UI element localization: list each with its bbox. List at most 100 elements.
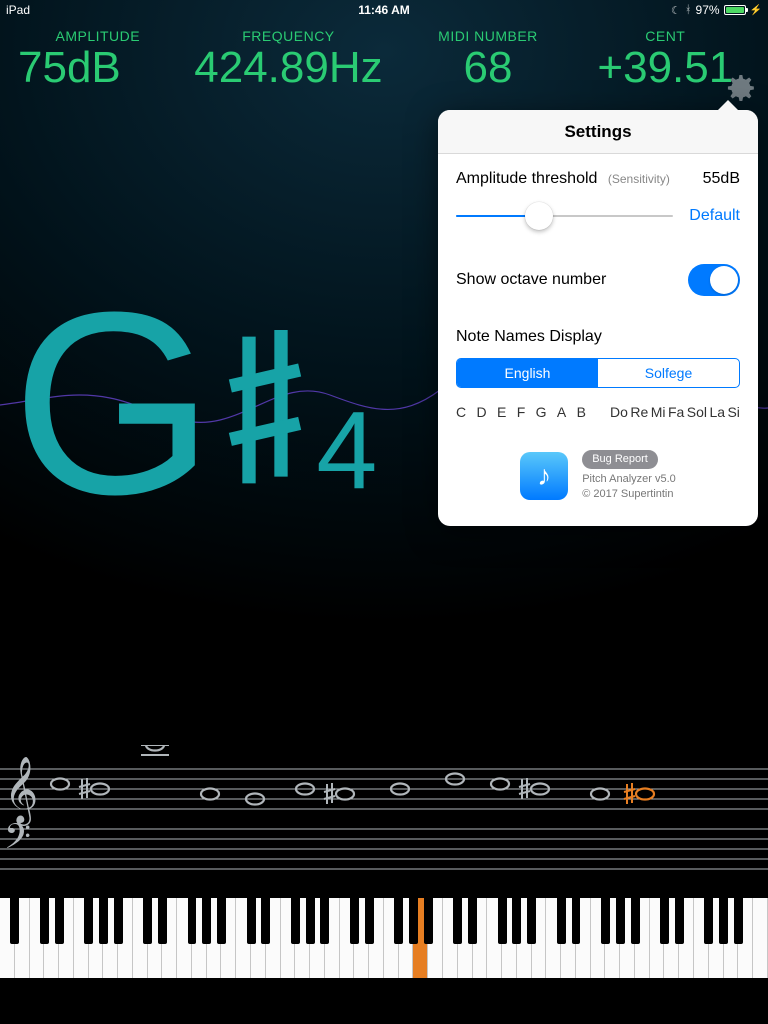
note-label: D	[477, 404, 487, 420]
black-key[interactable]	[188, 898, 197, 944]
black-key[interactable]	[350, 898, 359, 944]
battery-percent: 97%	[696, 3, 720, 17]
note-letter: G	[12, 300, 214, 508]
amplitude-readout: AMPLITUDE 75dB	[14, 28, 178, 92]
black-key[interactable]	[99, 898, 108, 944]
note-label: Do	[610, 404, 628, 420]
black-key[interactable]	[512, 898, 521, 944]
show-octave-label: Show octave number	[456, 271, 606, 289]
sensitivity-label: (Sensitivity)	[608, 172, 670, 186]
note-names-label: Note Names Display	[456, 328, 740, 346]
note-label: A	[557, 404, 566, 420]
note-label: F	[517, 404, 526, 420]
app-icon: ♪	[520, 452, 568, 500]
black-key[interactable]	[394, 898, 403, 944]
amplitude-label: AMPLITUDE	[55, 28, 140, 44]
note-label: B	[577, 404, 586, 420]
app-version: Pitch Analyzer v5.0	[582, 473, 676, 485]
piano-keyboard[interactable]	[0, 898, 768, 978]
default-button[interactable]: Default	[689, 207, 740, 225]
clock: 11:46 AM	[258, 3, 510, 17]
black-key[interactable]	[704, 898, 713, 944]
amplitude-threshold-label: Amplitude threshold (Sensitivity)	[456, 170, 670, 188]
black-key[interactable]	[158, 898, 167, 944]
black-key[interactable]	[675, 898, 684, 944]
black-key[interactable]	[291, 898, 300, 944]
black-key[interactable]	[306, 898, 315, 944]
note-names-segmented[interactable]: English Solfege	[456, 358, 740, 388]
detected-note: G 4	[12, 300, 377, 508]
music-staff: 𝄞 𝄢	[0, 745, 768, 890]
black-key[interactable]	[453, 898, 462, 944]
amplitude-value: 75dB	[18, 44, 121, 92]
black-key[interactable]	[261, 898, 270, 944]
frequency-label: FREQUENCY	[242, 28, 334, 44]
svg-text:𝄢: 𝄢	[4, 817, 31, 864]
black-key[interactable]	[84, 898, 93, 944]
black-key[interactable]	[719, 898, 728, 944]
settings-title: Settings	[438, 110, 758, 154]
black-key[interactable]	[601, 898, 610, 944]
note-label: Mi	[651, 404, 666, 420]
black-key[interactable]	[616, 898, 625, 944]
note-label: C	[456, 404, 466, 420]
black-key[interactable]	[734, 898, 743, 944]
note-octave: 4	[316, 387, 377, 514]
cent-label: CENT	[645, 28, 685, 44]
svg-text:𝄞: 𝄞	[4, 757, 38, 826]
black-key[interactable]	[217, 898, 226, 944]
status-right: ☾ ᚼ 97% ⚡	[510, 3, 762, 17]
app-info: Bug Report Pitch Analyzer v5.0 © 2017 Su…	[582, 450, 676, 502]
readouts-row: AMPLITUDE 75dB FREQUENCY 424.89Hz MIDI N…	[0, 28, 768, 92]
black-key[interactable]	[557, 898, 566, 944]
note-names-preview: CDEFGAB DoReMiFaSolLaSi	[456, 404, 740, 420]
bug-report-button[interactable]: Bug Report	[582, 450, 658, 469]
black-key[interactable]	[527, 898, 536, 944]
status-bar: iPad 11:46 AM ☾ ᚼ 97% ⚡	[0, 0, 768, 20]
midi-readout: MIDI NUMBER 68	[399, 28, 576, 92]
frequency-value: 424.89Hz	[194, 44, 382, 92]
sharp-icon	[220, 330, 310, 490]
amplitude-threshold-value: 55dB	[703, 170, 740, 188]
note-label: La	[709, 404, 725, 420]
device-label: iPad	[6, 3, 258, 17]
settings-popover: Settings Amplitude threshold (Sensitivit…	[438, 110, 758, 526]
note-label: Fa	[668, 404, 684, 420]
note-label: Si	[727, 404, 739, 420]
black-key[interactable]	[424, 898, 433, 944]
note-label: E	[497, 404, 506, 420]
cent-value: +39.51	[597, 44, 733, 92]
note-label: Re	[630, 404, 648, 420]
black-key[interactable]	[320, 898, 329, 944]
bottom-bar	[0, 978, 768, 1024]
bluetooth-icon: ᚼ	[685, 4, 692, 16]
black-key[interactable]	[10, 898, 19, 944]
black-key[interactable]	[143, 898, 152, 944]
black-key[interactable]	[365, 898, 374, 944]
battery-icon	[724, 5, 746, 15]
white-key[interactable]	[753, 898, 768, 978]
charging-icon: ⚡	[750, 5, 762, 16]
black-key[interactable]	[55, 898, 64, 944]
black-key[interactable]	[631, 898, 640, 944]
black-key[interactable]	[409, 898, 418, 944]
copyright: © 2017 Supertintin	[582, 488, 673, 500]
segment-solfege[interactable]: Solfege	[598, 359, 739, 387]
black-key[interactable]	[468, 898, 477, 944]
black-key[interactable]	[114, 898, 123, 944]
black-key[interactable]	[660, 898, 669, 944]
do-not-disturb-icon: ☾	[671, 4, 681, 17]
amplitude-threshold-slider[interactable]	[456, 202, 673, 230]
black-key[interactable]	[202, 898, 211, 944]
note-label: G	[536, 404, 547, 420]
note-label: Sol	[687, 404, 707, 420]
black-key[interactable]	[572, 898, 581, 944]
black-key[interactable]	[498, 898, 507, 944]
black-key[interactable]	[247, 898, 256, 944]
show-octave-toggle[interactable]	[688, 264, 740, 296]
midi-label: MIDI NUMBER	[438, 28, 538, 44]
frequency-readout: FREQUENCY 424.89Hz	[178, 28, 400, 92]
segment-english[interactable]: English	[457, 359, 598, 387]
midi-value: 68	[463, 44, 512, 92]
black-key[interactable]	[40, 898, 49, 944]
